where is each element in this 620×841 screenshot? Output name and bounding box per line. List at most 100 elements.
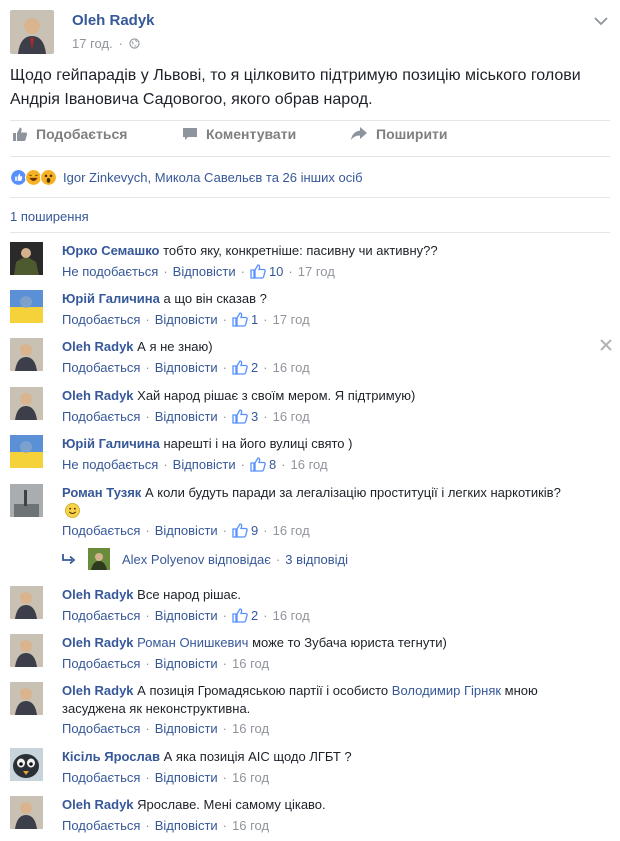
divider bbox=[10, 197, 610, 198]
commenter-avatar[interactable] bbox=[10, 435, 43, 468]
commenter-avatar[interactable] bbox=[10, 484, 43, 517]
comment-mention[interactable]: Володимир Гірняк bbox=[392, 683, 501, 698]
commenter-name[interactable]: Юрій Галичина bbox=[62, 436, 160, 451]
comment-like-link[interactable]: Подобається bbox=[62, 312, 140, 327]
reply-thread[interactable]: Alex Polyenov відповідає · 3 відповіді bbox=[62, 548, 348, 570]
commenter-name[interactable]: Oleh Radyk bbox=[62, 339, 134, 354]
reactions-summary[interactable]: Igor Zinkevych, Микола Савельєв та 26 ін… bbox=[10, 166, 363, 188]
share-button[interactable]: Поширити bbox=[350, 126, 448, 142]
comment-likes[interactable]: 2 bbox=[232, 360, 258, 375]
meta-separator: · bbox=[118, 36, 124, 51]
share-icon bbox=[351, 127, 367, 140]
comment-like-link[interactable]: Подобається bbox=[62, 770, 140, 785]
comment-time[interactable]: 17 год bbox=[273, 312, 310, 327]
author-avatar[interactable] bbox=[10, 10, 54, 54]
comment-meta: Подобається · Відповісти · 16 год bbox=[62, 770, 269, 785]
comment-like-link[interactable]: Подобається bbox=[62, 721, 140, 736]
comment-reply-link[interactable]: Відповісти bbox=[155, 770, 218, 785]
comment-likes[interactable]: 10 bbox=[250, 264, 283, 279]
commenter-name[interactable]: Роман Тузяк bbox=[62, 485, 141, 500]
commenter-name[interactable]: Юрко Семашко bbox=[62, 243, 159, 258]
comment-likes[interactable]: 9 bbox=[232, 523, 258, 538]
comment-time[interactable]: 16 год bbox=[232, 721, 269, 736]
comment-like-link[interactable]: Подобається bbox=[62, 409, 140, 424]
globe-icon[interactable] bbox=[129, 38, 140, 49]
separator: · bbox=[145, 360, 150, 375]
comment-reply-link[interactable]: Відповісти bbox=[173, 264, 236, 279]
commenter-avatar[interactable] bbox=[10, 682, 43, 715]
comment-reply-link[interactable]: Відповісти bbox=[155, 409, 218, 424]
comment-time[interactable]: 16 год bbox=[273, 409, 310, 424]
comment-text: Ярославе. Мені самому цікаво. bbox=[137, 797, 326, 812]
reply-avatar[interactable] bbox=[88, 548, 110, 570]
comment-body: Oleh Radyk Ярославе. Мені самому цікаво. bbox=[62, 796, 592, 814]
comment-like-link[interactable]: Не подобається bbox=[62, 264, 158, 279]
separator: · bbox=[163, 264, 168, 279]
thumbs-up-icon bbox=[232, 608, 248, 623]
reactions-names[interactable]: Igor Zinkevych, Микола Савельєв та 26 ін… bbox=[63, 170, 363, 185]
commenter-name[interactable]: Юрій Галичина bbox=[62, 291, 160, 306]
post-author-name[interactable]: Oleh Radyk bbox=[72, 12, 155, 29]
commenter-avatar[interactable] bbox=[10, 586, 43, 619]
comment-time[interactable]: 16 год bbox=[232, 818, 269, 833]
comment-reply-link[interactable]: Відповісти bbox=[155, 818, 218, 833]
commenter-avatar[interactable] bbox=[10, 242, 43, 275]
comment-button[interactable]: Коментувати bbox=[182, 126, 296, 142]
thumbs-up-icon bbox=[232, 409, 248, 424]
post-actions: Подобається Коментувати Поширити bbox=[10, 126, 610, 150]
comment-mention[interactable]: Роман Онишкевич bbox=[137, 635, 248, 650]
like-button[interactable]: Подобається bbox=[12, 126, 127, 142]
comment-time[interactable]: 16 год bbox=[232, 656, 269, 671]
commenter-name[interactable]: Кісіль Ярослав bbox=[62, 749, 160, 764]
comment-meta: Подобається · Відповісти · 2 · 16 год bbox=[62, 608, 310, 623]
commenter-avatar[interactable] bbox=[10, 290, 43, 323]
divider bbox=[10, 120, 610, 121]
comment-like-link[interactable]: Подобається bbox=[62, 360, 140, 375]
comment-text: Все народ рішає. bbox=[137, 587, 241, 602]
reply-arrow-icon bbox=[62, 554, 76, 565]
comment-like-link[interactable]: Подобається bbox=[62, 608, 140, 623]
commenter-name[interactable]: Oleh Radyk bbox=[62, 587, 134, 602]
comment-likes[interactable]: 8 bbox=[250, 457, 276, 472]
close-icon[interactable] bbox=[600, 339, 612, 351]
commenter-name[interactable]: Oleh Radyk bbox=[62, 388, 134, 403]
like-count: 10 bbox=[268, 264, 284, 279]
comment-meta: Подобається · Відповісти · 2 · 16 год bbox=[62, 360, 310, 375]
commenter-avatar[interactable] bbox=[10, 338, 43, 371]
commenter-name[interactable]: Oleh Radyk bbox=[62, 797, 134, 812]
comment-time[interactable]: 16 год bbox=[232, 770, 269, 785]
comment-reply-link[interactable]: Відповісти bbox=[155, 721, 218, 736]
comment-likes[interactable]: 2 bbox=[232, 608, 258, 623]
comment-reply-link[interactable]: Відповісти bbox=[173, 457, 236, 472]
commenter-avatar[interactable] bbox=[10, 634, 43, 667]
chevron-down-icon[interactable] bbox=[594, 16, 608, 26]
commenter-avatar[interactable] bbox=[10, 796, 43, 829]
commenter-name[interactable]: Oleh Radyk bbox=[62, 683, 134, 698]
comment-body: Роман Тузяк А коли будуть паради за лега… bbox=[62, 484, 582, 520]
post-header: Oleh Radyk 17 год. · bbox=[10, 10, 610, 56]
comment-reply-link[interactable]: Відповісти bbox=[155, 312, 218, 327]
comment-like-link[interactable]: Подобається bbox=[62, 656, 140, 671]
comment-meta: Подобається · Відповісти · 3 · 16 год bbox=[62, 409, 310, 424]
comment-like-link[interactable]: Не подобається bbox=[62, 457, 158, 472]
commenter-avatar[interactable] bbox=[10, 387, 43, 420]
comment-likes[interactable]: 1 bbox=[232, 312, 258, 327]
shares-count[interactable]: 1 поширення bbox=[10, 209, 89, 224]
comment-reply-link[interactable]: Відповісти bbox=[155, 656, 218, 671]
comment-time[interactable]: 16 год bbox=[273, 360, 310, 375]
comment-time[interactable]: 16 год bbox=[291, 457, 328, 472]
comment-reply-link[interactable]: Відповісти bbox=[155, 523, 218, 538]
comment-time[interactable]: 16 год bbox=[273, 523, 310, 538]
comment-like-link[interactable]: Подобається bbox=[62, 523, 140, 538]
commenter-avatar[interactable] bbox=[10, 748, 43, 781]
reply-count[interactable]: 3 відповіді bbox=[285, 552, 348, 567]
comment-time[interactable]: 16 год bbox=[273, 608, 310, 623]
comment-reply-link[interactable]: Відповісти bbox=[155, 360, 218, 375]
comment-like-link[interactable]: Подобається bbox=[62, 818, 140, 833]
comment-reply-link[interactable]: Відповісти bbox=[155, 608, 218, 623]
comment-time[interactable]: 17 год bbox=[298, 264, 335, 279]
reply-author[interactable]: Alex Polyenov відповідає bbox=[122, 552, 271, 567]
post-time[interactable]: 17 год. bbox=[72, 36, 113, 51]
comment-likes[interactable]: 3 bbox=[232, 409, 258, 424]
commenter-name[interactable]: Oleh Radyk bbox=[62, 635, 134, 650]
